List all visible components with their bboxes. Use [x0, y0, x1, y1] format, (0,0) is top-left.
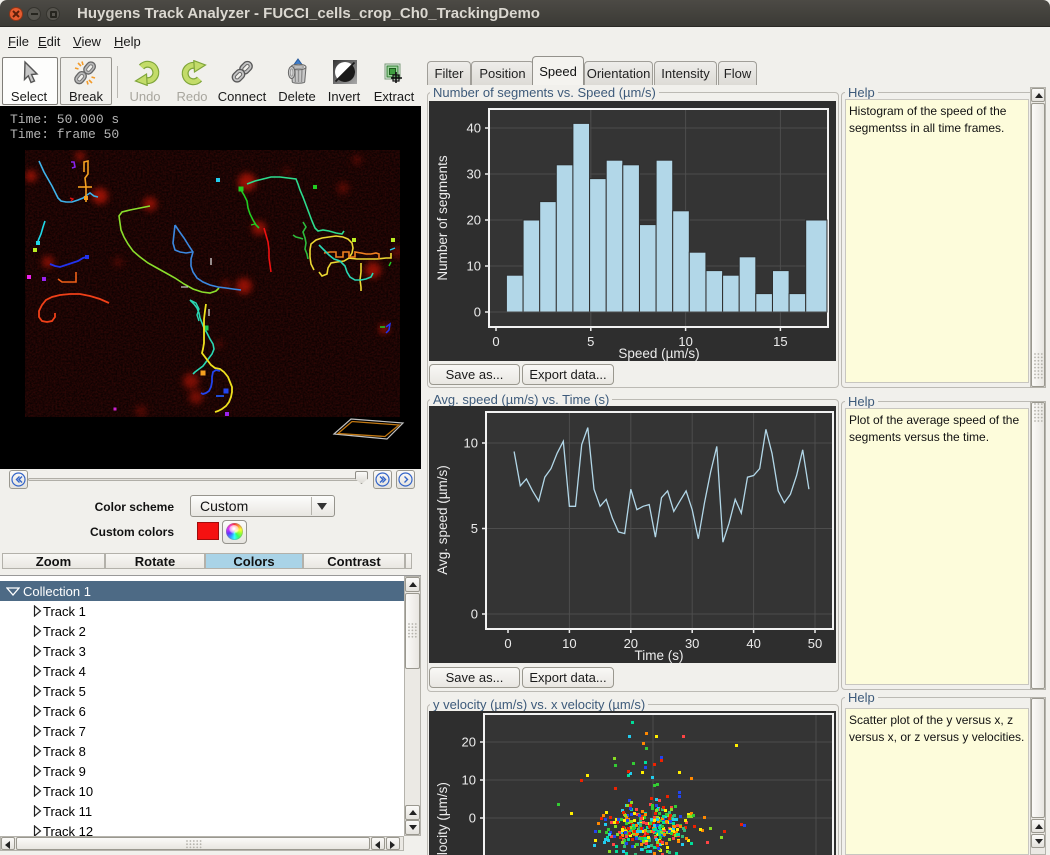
- svg-text:y velocity (µm/s): y velocity (µm/s): [435, 782, 450, 855]
- svg-text:50: 50: [808, 636, 822, 651]
- svg-text:20: 20: [462, 735, 476, 750]
- svg-text:Speed (µm/s): Speed (µm/s): [618, 346, 699, 361]
- svg-text:30: 30: [685, 636, 699, 651]
- svg-text:40: 40: [746, 636, 760, 651]
- svg-text:10: 10: [464, 436, 478, 451]
- svg-text:20: 20: [467, 213, 481, 228]
- svg-text:5: 5: [587, 334, 594, 349]
- svg-text:0: 0: [469, 811, 476, 826]
- svg-text:5: 5: [471, 521, 478, 536]
- svg-text:Number of segments: Number of segments: [435, 155, 450, 281]
- svg-text:Time (s): Time (s): [635, 648, 684, 663]
- svg-text:0: 0: [504, 636, 511, 651]
- svg-text:0: 0: [474, 305, 481, 320]
- svg-text:Avg. speed (µm/s): Avg. speed (µm/s): [435, 465, 450, 575]
- svg-text:10: 10: [467, 259, 481, 274]
- svg-text:30: 30: [467, 167, 481, 182]
- svg-text:15: 15: [773, 334, 787, 349]
- svg-text:40: 40: [467, 121, 481, 136]
- svg-text:0: 0: [492, 334, 499, 349]
- svg-text:0: 0: [471, 607, 478, 622]
- svg-text:10: 10: [462, 773, 476, 788]
- svg-text:10: 10: [562, 636, 576, 651]
